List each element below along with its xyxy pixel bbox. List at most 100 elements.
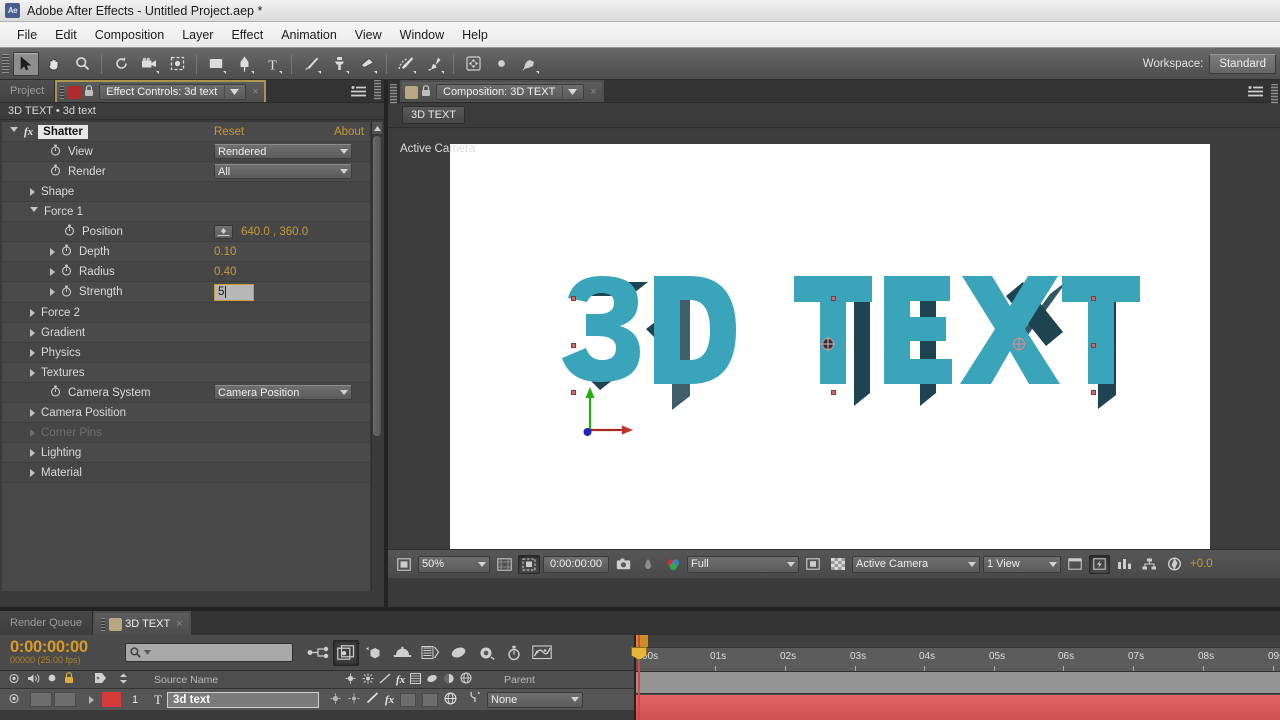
property-row-radius[interactable]: Radius 0.40	[2, 262, 370, 282]
puppet-overlap-tool[interactable]	[460, 52, 486, 76]
scroll-up-icon[interactable]	[372, 122, 382, 134]
layer-motionblur-switch[interactable]	[422, 692, 439, 707]
parent-select[interactable]: None	[487, 691, 583, 708]
stopwatch-icon[interactable]	[50, 385, 63, 400]
layer-source-name[interactable]: 3d text	[167, 691, 319, 708]
region-of-interest-button[interactable]	[518, 554, 540, 574]
tab-composition-title[interactable]: Composition: 3D TEXT	[436, 84, 585, 100]
draft-3d-icon[interactable]	[333, 639, 359, 666]
expand-triangle-icon[interactable]	[30, 187, 35, 196]
column-parent[interactable]: Parent	[504, 674, 624, 686]
expand-triangle-icon[interactable]	[50, 267, 55, 276]
expand-triangle-icon[interactable]	[30, 408, 35, 417]
timeline-ruler[interactable]: 00s 01s 02s 03s 04s 05s 06s 07s 08s 09s	[631, 635, 1280, 720]
column-source-name[interactable]: Source Name	[154, 674, 344, 686]
property-row-camera-position[interactable]: Camera Position	[2, 403, 370, 423]
lock-switch-icon[interactable]	[64, 672, 74, 687]
resolution-select[interactable]: Full	[687, 555, 799, 573]
shape-tool[interactable]	[203, 52, 229, 76]
lock-icon[interactable]	[84, 84, 94, 100]
region-interest-toggle-icon[interactable]	[802, 555, 824, 574]
menu-composition[interactable]: Composition	[86, 25, 173, 45]
comp-panel-grip[interactable]	[1271, 84, 1278, 104]
anchor-point-icon[interactable]	[821, 337, 835, 351]
roto-brush-tool[interactable]	[393, 52, 419, 76]
radius-value[interactable]: 0.40	[214, 266, 236, 278]
expand-triangle-icon[interactable]	[30, 207, 38, 216]
composition-mini-flowchart-icon[interactable]	[305, 640, 331, 666]
view-dropdown[interactable]: Rendered	[214, 144, 352, 159]
brush-tool[interactable]	[298, 52, 324, 76]
effect-controls-hscrollbar[interactable]	[2, 593, 370, 605]
stopwatch-icon[interactable]	[61, 264, 74, 279]
layer-effects-switch[interactable]	[366, 692, 379, 707]
puppet-mesh-tool[interactable]	[516, 52, 542, 76]
comp-timecode[interactable]: 0:00:00:00	[543, 555, 609, 573]
property-row-force-2[interactable]: Force 2	[2, 303, 370, 323]
layer-audio-toggle[interactable]	[30, 692, 52, 707]
selection-tool[interactable]	[13, 51, 39, 76]
tab-project[interactable]: Project	[0, 80, 56, 102]
view-layout-select[interactable]: 1 View	[983, 555, 1061, 573]
camera-system-dropdown[interactable]: Camera Position	[214, 385, 352, 400]
scrollbar-thumb[interactable]	[373, 136, 381, 436]
playhead[interactable]	[631, 635, 647, 720]
reset-link[interactable]: Reset	[214, 126, 244, 138]
enable-motion-blur-icon[interactable]	[417, 640, 443, 666]
audio-switch-icon[interactable]	[27, 673, 40, 687]
panel-menu-icon[interactable]	[345, 80, 372, 102]
expand-triangle-icon[interactable]	[30, 468, 35, 477]
effect-controls-scrollbar[interactable]	[371, 122, 382, 591]
selection-handle[interactable]	[831, 390, 836, 395]
comp-name-chip[interactable]: 3D TEXT	[402, 106, 466, 124]
toolbar-grip[interactable]	[2, 53, 9, 74]
selection-handle[interactable]	[831, 296, 836, 301]
tab-3d-text-comp[interactable]: 3D TEXT ×	[93, 611, 191, 635]
type-tool[interactable]: T	[259, 52, 285, 76]
position-picker-icon[interactable]	[214, 224, 233, 239]
fast-previews-button[interactable]	[1089, 554, 1110, 574]
graph-editor-stopwatch-icon[interactable]	[501, 640, 527, 666]
always-preview-icon[interactable]	[393, 555, 415, 574]
flowchart-icon[interactable]	[1138, 555, 1160, 574]
hide-shy-layers-icon[interactable]	[361, 640, 387, 666]
video-switch-icon[interactable]	[8, 673, 20, 687]
composition-viewer[interactable]: Active Camera 50% 0:00:00:00 Full Active…	[388, 129, 1280, 578]
strength-input[interactable]: 5	[214, 283, 254, 301]
about-link[interactable]: About	[334, 126, 364, 138]
time-ruler[interactable]: 00s 01s 02s 03s 04s 05s 06s 07s 08s 09s	[636, 648, 1280, 672]
stopwatch-icon[interactable]	[61, 285, 74, 300]
stopwatch-icon[interactable]	[50, 144, 63, 159]
selection-handle[interactable]	[1091, 343, 1096, 348]
property-row-render[interactable]: Render All	[2, 162, 370, 182]
menu-view[interactable]: View	[346, 25, 391, 45]
brainstorm-icon[interactable]	[445, 640, 471, 666]
puppet-pin-tool[interactable]	[421, 52, 447, 76]
property-row-depth[interactable]: Depth 0.10	[2, 242, 370, 262]
panel-grip[interactable]	[374, 80, 381, 100]
property-row-camera-system[interactable]: Camera System Camera Position	[2, 383, 370, 403]
stopwatch-icon[interactable]	[64, 224, 77, 239]
tab-render-queue[interactable]: Render Queue	[0, 611, 94, 635]
workspace-switcher[interactable]: Workspace: Standard	[1143, 53, 1280, 74]
menu-window[interactable]: Window	[391, 25, 453, 45]
layer-3d-switch[interactable]	[444, 692, 457, 708]
layer-solo-toggle[interactable]	[54, 692, 76, 707]
property-row-force-1[interactable]: Force 1	[2, 202, 370, 222]
expand-triangle-icon[interactable]	[10, 127, 18, 136]
tab-effect-controls[interactable]: Effect Controls: 3d text ×	[55, 80, 266, 102]
tab-effect-controls-title[interactable]: Effect Controls: 3d text	[99, 84, 247, 100]
close-icon[interactable]: ×	[590, 86, 596, 98]
pen-tool[interactable]	[231, 52, 257, 76]
layer-motion-blur-switch[interactable]	[329, 693, 342, 707]
chevron-down-icon[interactable]	[562, 86, 578, 98]
menu-layer[interactable]: Layer	[173, 25, 222, 45]
render-dropdown[interactable]: All	[214, 164, 352, 179]
menu-help[interactable]: Help	[453, 25, 497, 45]
eraser-tool[interactable]	[354, 52, 380, 76]
layer-quality-switch[interactable]	[348, 693, 360, 707]
workspace-select[interactable]: Standard	[1209, 53, 1276, 74]
menu-animation[interactable]: Animation	[272, 25, 346, 45]
expand-triangle-icon[interactable]	[30, 308, 35, 317]
layer-fx-switch[interactable]: fx	[385, 694, 394, 706]
